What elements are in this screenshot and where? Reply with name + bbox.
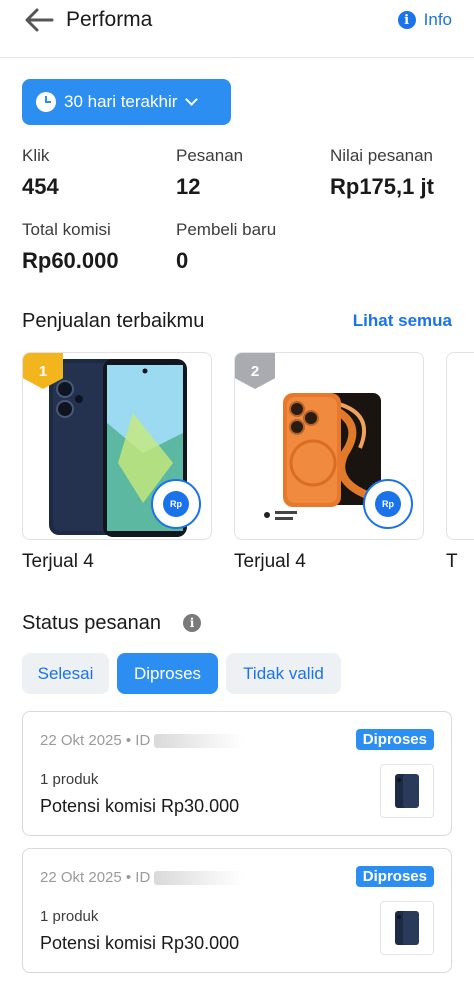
stat-pesanan: Pesanan 12 bbox=[176, 146, 243, 200]
order-meta: 22 Okt 2025 • ID bbox=[40, 732, 245, 749]
order-date-id: 22 Okt 2025 • ID bbox=[40, 732, 151, 749]
date-range-label: 30 hari terakhir bbox=[64, 92, 178, 111]
stat-label: Pesanan bbox=[176, 146, 244, 165]
tab-tidak-valid[interactable]: Tidak valid bbox=[226, 653, 341, 694]
header-divider bbox=[0, 57, 474, 58]
tab-diproses[interactable]: Diproses bbox=[117, 653, 218, 694]
product-thumbnail bbox=[380, 901, 434, 955]
stat-value: 12 bbox=[176, 174, 201, 199]
order-status-title: Status pesanan bbox=[22, 612, 161, 634]
date-range-dropdown[interactable]: 30 hari terakhir bbox=[22, 79, 231, 125]
stat-label: Total komisi bbox=[22, 220, 111, 239]
info-icon: i bbox=[397, 11, 416, 29]
stat-pembeli-baru: Pembeli baru 0 bbox=[176, 220, 276, 274]
best-seller-card-3[interactable] bbox=[446, 352, 474, 540]
info-label: Info bbox=[423, 10, 452, 29]
share-icon: Rp bbox=[163, 491, 189, 517]
redacted-id bbox=[154, 871, 245, 886]
order-card[interactable]: 22 Okt 2025 • ID Diproses 1 produk Poten… bbox=[22, 848, 452, 973]
best-seller-card-2[interactable]: 2 Rp bbox=[234, 352, 424, 540]
product-count: 1 produk bbox=[40, 908, 99, 925]
stat-total-komisi: Total komisi Rp60.000 bbox=[22, 220, 119, 274]
status-badge: Diproses bbox=[355, 866, 434, 887]
stat-label: Klik bbox=[22, 146, 50, 165]
stat-value: Rp175,1 jt bbox=[330, 174, 434, 199]
best-seller-card-1[interactable]: 1 Rp bbox=[22, 352, 212, 540]
product-count: 1 produk bbox=[40, 771, 99, 788]
status-badge: Diproses bbox=[355, 729, 434, 750]
stat-label: Nilai pesanan bbox=[330, 146, 434, 165]
see-all-link[interactable]: Lihat semua bbox=[353, 311, 452, 331]
back-arrow-icon[interactable] bbox=[22, 6, 56, 34]
chevron-down-icon bbox=[185, 93, 199, 106]
info-icon[interactable]: i bbox=[183, 614, 201, 632]
order-meta: 22 Okt 2025 • ID bbox=[40, 869, 245, 886]
stat-value: Rp60.000 bbox=[22, 248, 119, 273]
product-thumbnail bbox=[380, 764, 434, 818]
redacted-id bbox=[154, 734, 245, 749]
app-header: Performa i Info bbox=[0, 0, 474, 44]
share-button[interactable]: Rp bbox=[363, 479, 413, 529]
share-icon: Rp bbox=[375, 491, 401, 517]
order-card[interactable]: 22 Okt 2025 • ID Diproses 1 produk Poten… bbox=[22, 711, 452, 836]
share-button[interactable]: Rp bbox=[151, 479, 201, 529]
order-date-id: 22 Okt 2025 • ID bbox=[40, 869, 151, 886]
page-title: Performa bbox=[66, 8, 153, 31]
stat-label: Pembeli baru bbox=[176, 220, 277, 239]
potential-commission: Potensi komisi Rp30.000 bbox=[40, 796, 240, 816]
sold-count: Terjual 4 bbox=[22, 551, 94, 572]
stat-value: 454 bbox=[22, 174, 59, 199]
potential-commission: Potensi komisi Rp30.000 bbox=[40, 933, 240, 953]
sold-count: Terjual 4 bbox=[234, 551, 306, 572]
stat-klik: Klik 454 bbox=[22, 146, 59, 200]
clock-icon bbox=[36, 92, 56, 112]
best-sellers-title: Penjualan terbaikmu bbox=[22, 310, 205, 332]
info-button[interactable]: i Info bbox=[397, 10, 452, 30]
tab-selesai[interactable]: Selesai bbox=[22, 653, 109, 694]
stat-value: 0 bbox=[176, 248, 189, 273]
sold-count: T bbox=[446, 551, 458, 572]
stat-nilai-pesanan: Nilai pesanan Rp175,1 jt bbox=[330, 146, 434, 200]
